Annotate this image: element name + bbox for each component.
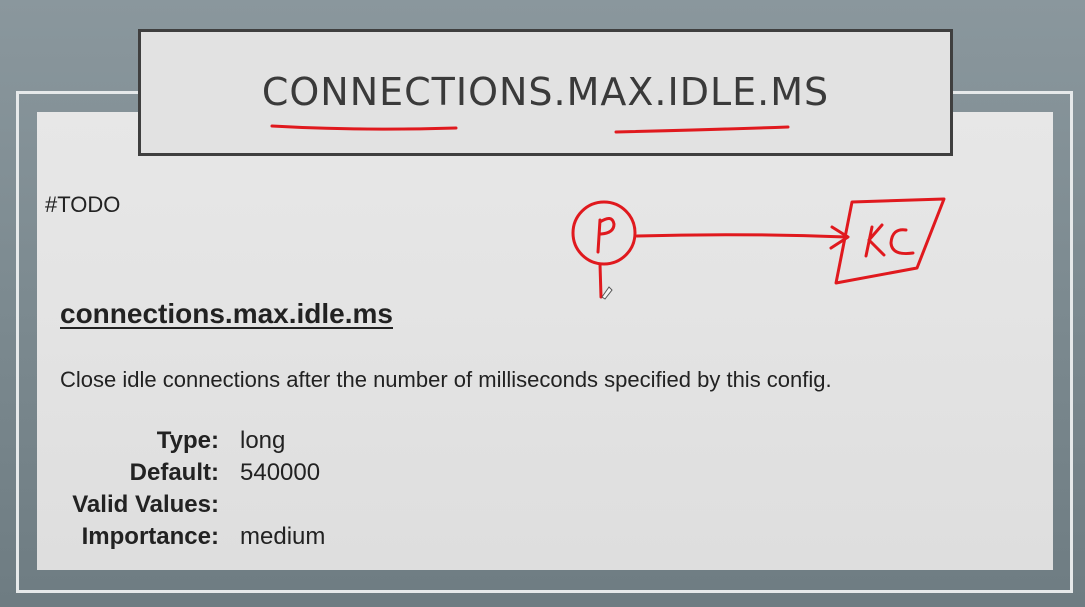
property-value-default: 540000 <box>240 459 321 486</box>
property-value-importance: medium <box>240 523 326 550</box>
config-description: Close idle connections after the number … <box>60 367 832 392</box>
property-value-type: long <box>240 427 286 454</box>
config-name-heading: connections.max.idle.ms <box>60 298 393 329</box>
todo-note: #TODO <box>45 192 121 217</box>
property-label-importance: Importance: <box>81 523 219 550</box>
property-label-type: Type: <box>156 427 219 454</box>
title-box: CONNECTIONS.MAX.IDLE.MS <box>138 29 953 156</box>
property-label-default: Default: <box>129 459 219 486</box>
slide-title: CONNECTIONS.MAX.IDLE.MS <box>261 70 830 114</box>
property-label-valid-values: Valid Values: <box>72 491 219 518</box>
